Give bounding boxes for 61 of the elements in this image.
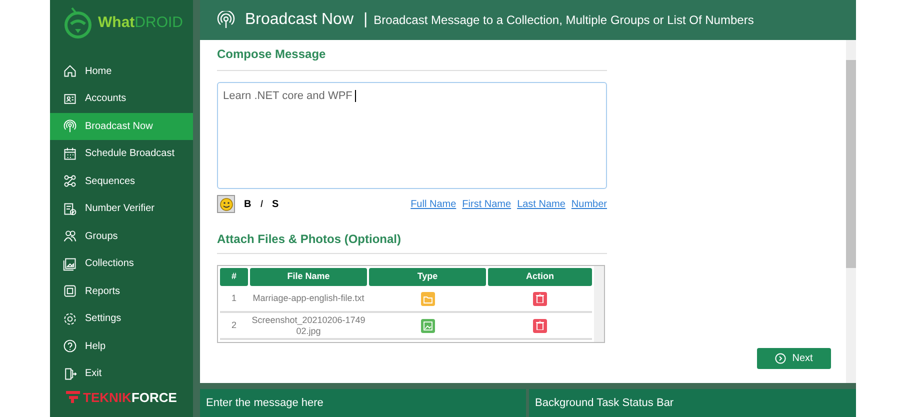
sidebar-item[interactable]: Collections xyxy=(50,250,193,278)
placeholder-link[interactable]: Number xyxy=(571,196,607,212)
sidebar-item[interactable]: Groups xyxy=(50,222,193,250)
sidebar-item[interactable]: Help xyxy=(50,332,193,360)
smiley-icon xyxy=(220,198,232,210)
sidebar-item[interactable]: Accounts xyxy=(50,85,193,112)
next-button[interactable]: Next xyxy=(757,348,831,369)
table-cell-text: 2 xyxy=(230,318,238,332)
page-title: Broadcast Now xyxy=(245,10,354,30)
format-button[interactable]: B xyxy=(244,196,252,212)
column-header: File Name xyxy=(250,268,367,286)
column-header: Action xyxy=(488,268,592,286)
square-icon xyxy=(63,284,77,298)
page-subtitle: Broadcast Message to a Collection, Multiple Groups or List Of Numbers xyxy=(374,12,754,29)
document-check-icon xyxy=(63,202,77,216)
chevron-icon xyxy=(775,353,786,364)
question-icon xyxy=(63,339,77,354)
broadcast-icon xyxy=(63,119,77,134)
logo-text: WhatDROID xyxy=(98,13,184,33)
folder-icon xyxy=(420,292,434,306)
sidebar-item[interactable]: Number Verifier xyxy=(50,195,193,222)
id-card-icon xyxy=(63,92,77,106)
sidebar-item[interactable]: Settings xyxy=(50,305,193,332)
image-icon xyxy=(420,318,434,332)
brand-icon xyxy=(66,391,80,404)
placeholder-link[interactable]: Full Name xyxy=(410,196,456,212)
delete-button[interactable] xyxy=(533,292,547,306)
emoji-button[interactable] xyxy=(217,195,235,213)
section-heading: Attach Files & Photos (Optional) xyxy=(217,230,607,254)
format-button[interactable]: I xyxy=(260,196,264,212)
brand-logo: TEKNIKFORCE xyxy=(83,388,177,406)
column-header: # xyxy=(220,268,248,286)
title-separator: | xyxy=(364,10,368,30)
broadcast-icon xyxy=(217,11,235,29)
placeholder-link[interactable]: First Name xyxy=(462,196,512,212)
door-icon xyxy=(63,366,77,381)
gear-icon xyxy=(63,312,77,326)
sidebar-item[interactable]: Reports xyxy=(50,278,193,305)
table-cell-text: Screenshot_20210206-174902.jpg xyxy=(250,314,366,336)
sidebar-item[interactable]: Exit xyxy=(50,360,193,388)
table-cell-text: 1 xyxy=(230,292,238,305)
sidebar-item[interactable]: Sequences xyxy=(50,168,193,195)
placeholder-link[interactable]: Last Name xyxy=(517,196,566,212)
format-button[interactable]: S xyxy=(272,196,279,212)
calendar-icon xyxy=(63,146,77,161)
column-header: Type xyxy=(369,268,486,286)
task-status-bar: Background Task Status Bar xyxy=(529,389,856,417)
people-icon xyxy=(63,229,77,244)
trash-icon xyxy=(536,294,544,303)
nodes-icon xyxy=(63,174,77,188)
home-icon xyxy=(63,64,77,78)
logo-icon xyxy=(62,7,94,40)
sidebar-item[interactable]: Home xyxy=(50,58,193,85)
status-message: Enter the message here xyxy=(200,389,526,417)
images-icon xyxy=(63,256,77,271)
table-cell-text: Marriage-app-english-file.txt xyxy=(252,293,366,304)
trash-icon xyxy=(536,321,544,330)
section-heading: Compose Message xyxy=(217,45,607,71)
message-field[interactable]: Learn .NET core and WPF xyxy=(217,82,607,189)
sidebar-item[interactable]: Schedule Broadcast xyxy=(50,140,193,168)
delete-button[interactable] xyxy=(533,318,547,332)
